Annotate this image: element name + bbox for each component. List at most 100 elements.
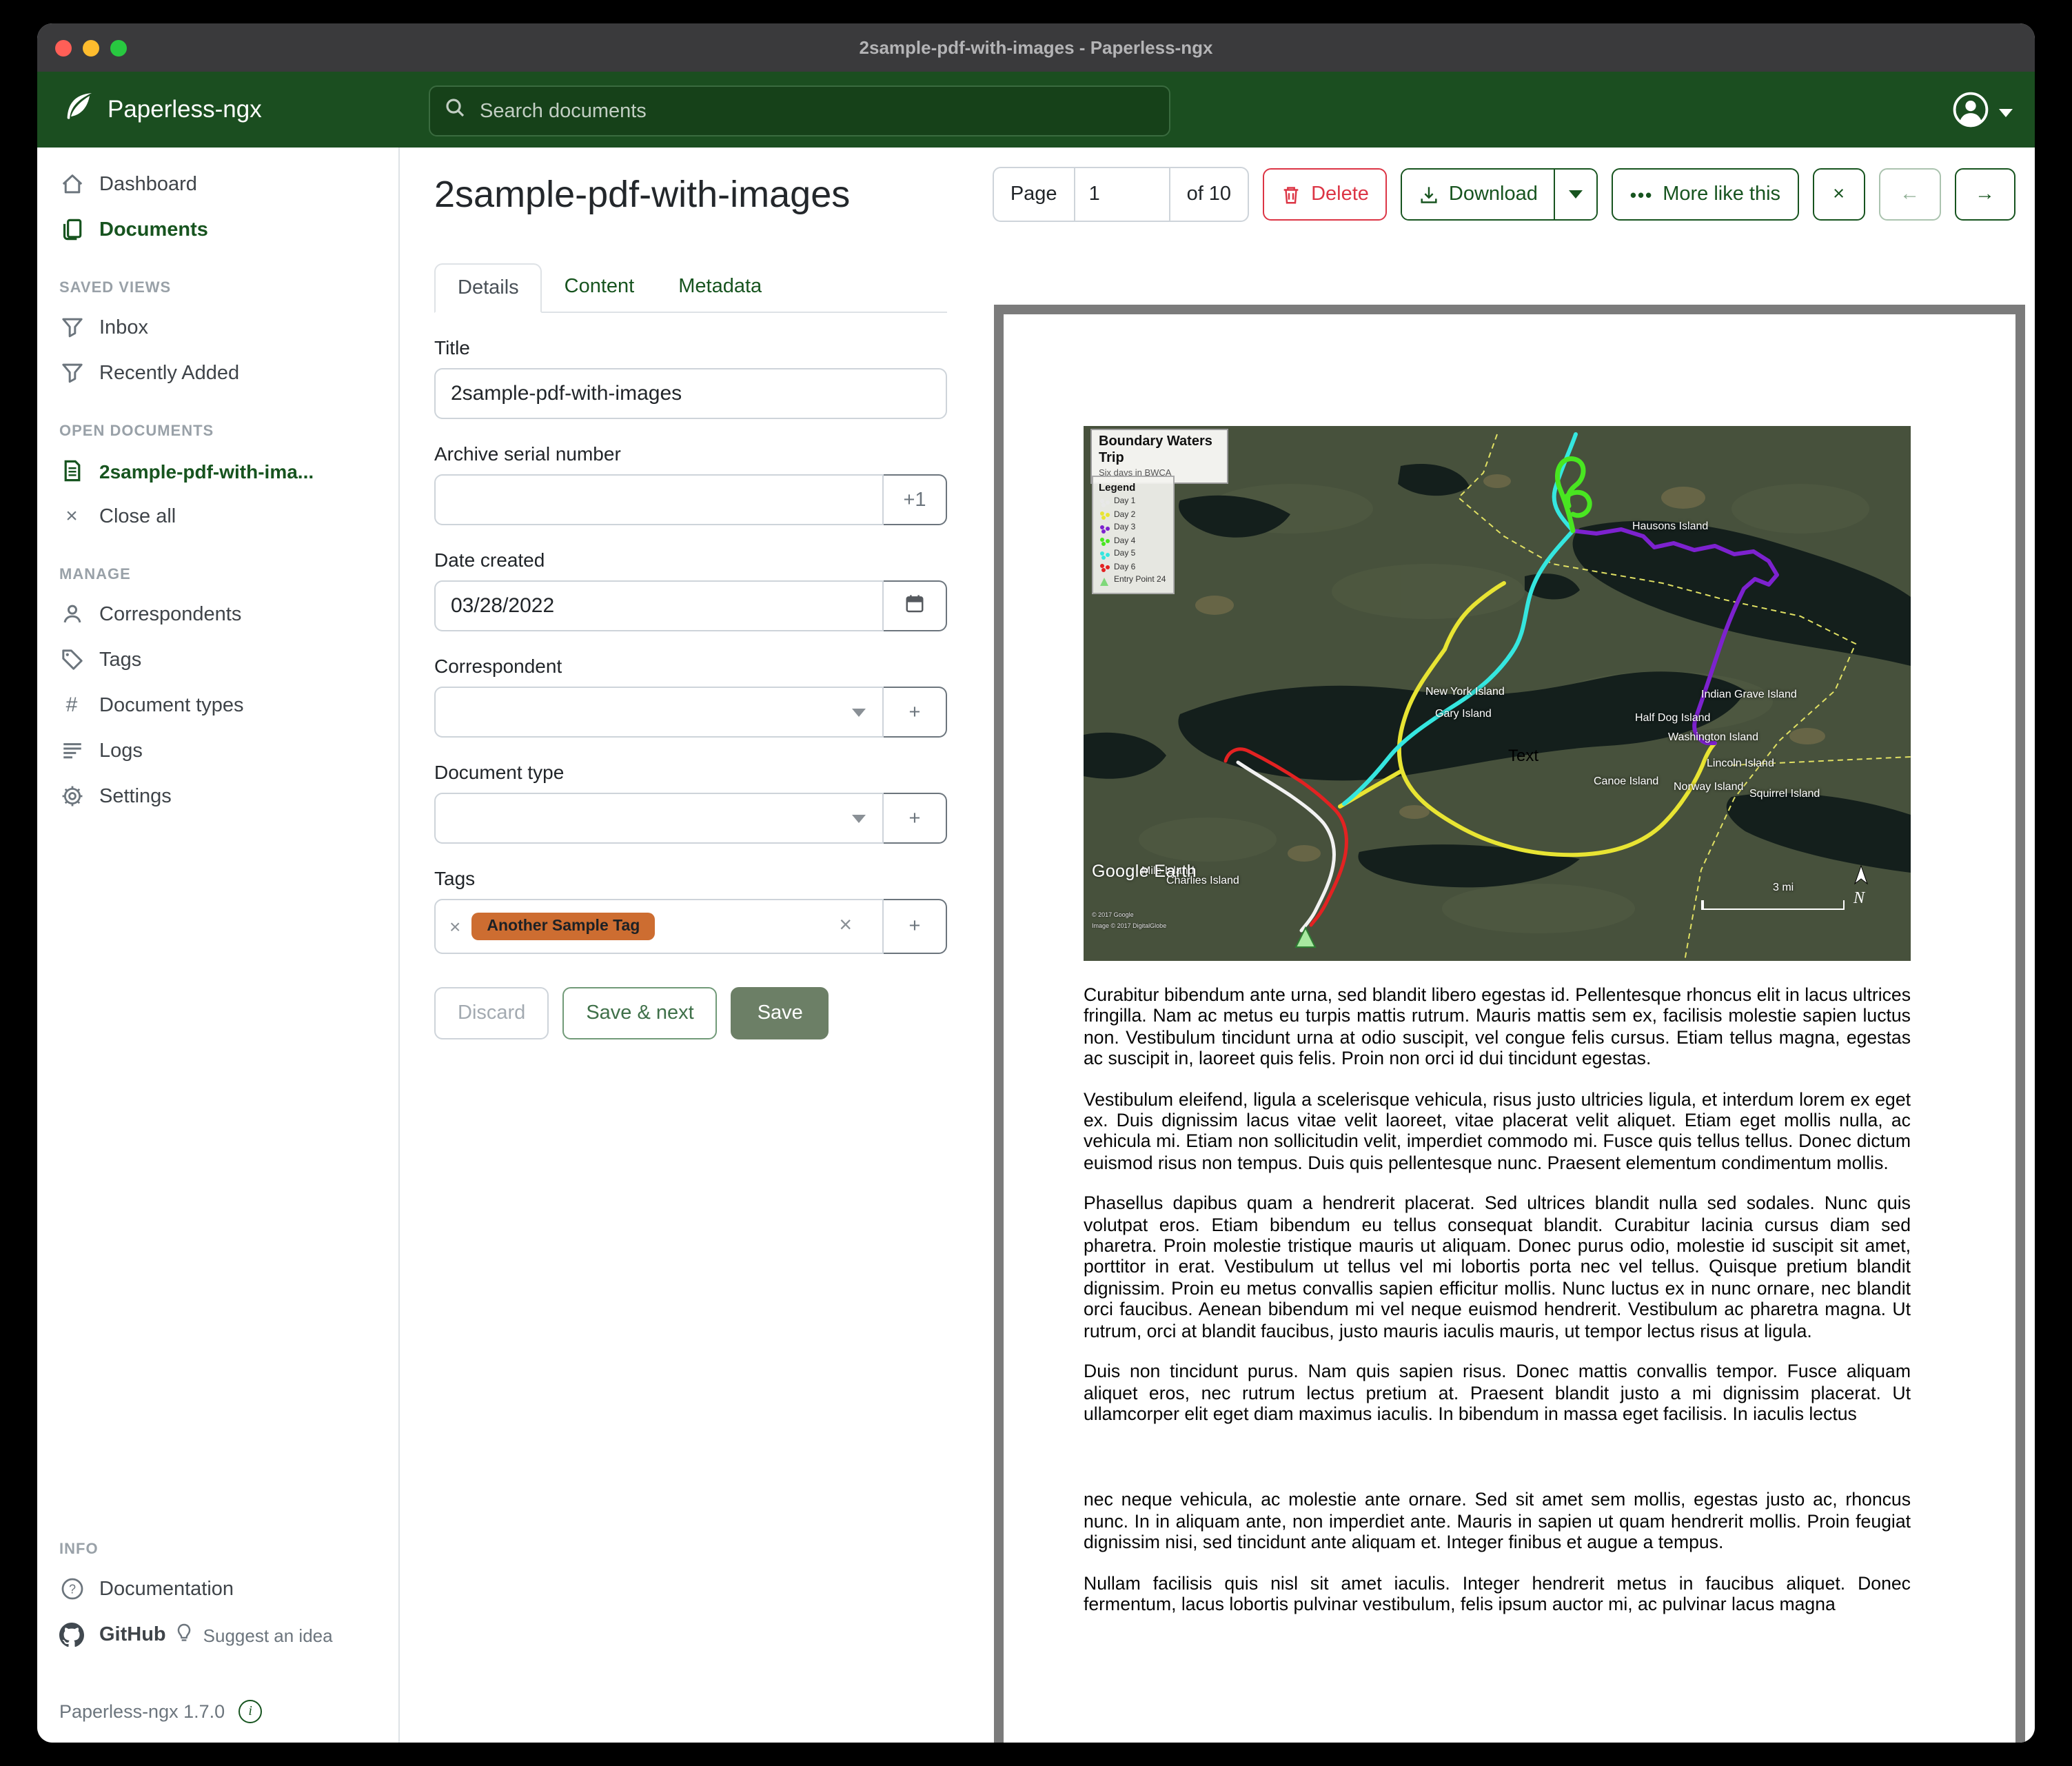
sidebar-item-documents[interactable]: Documents	[37, 207, 398, 252]
download-icon	[1419, 184, 1439, 205]
saved-views-heading: SAVED VIEWS	[59, 280, 376, 296]
sidebar-item-dashboard[interactable]: Dashboard	[37, 161, 398, 207]
question-circle-icon: ?	[59, 1577, 84, 1601]
download-options-button[interactable]	[1554, 170, 1597, 219]
sidebar-item-correspondents[interactable]: Correspondents	[37, 591, 398, 637]
paragraph: Duis non tincidunt purus. Nam quis sapie…	[1084, 1361, 1911, 1424]
sidebar-item-document-types[interactable]: # Document types	[37, 682, 398, 728]
google-earth-watermark: Google Earth	[1092, 862, 1197, 881]
more-dots-icon: •••	[1630, 184, 1653, 205]
sidebar-item-inbox[interactable]: Inbox	[37, 305, 398, 350]
asn-increment-button[interactable]: +1	[884, 474, 947, 525]
sidebar-item-recently-added[interactable]: Recently Added	[37, 350, 398, 396]
manage-heading: MANAGE	[59, 567, 376, 583]
sidebar-item-settings[interactable]: Settings	[37, 773, 398, 819]
sidebar-item-suggest-idea[interactable]: Suggest an idea	[174, 1623, 333, 1647]
delete-button[interactable]: Delete	[1263, 168, 1387, 221]
user-menu[interactable]	[1952, 91, 2013, 135]
paragraph: Curabitur bibendum ante urna, sed blandi…	[1084, 984, 1911, 1069]
sidebar-item-open-document[interactable]: 2sample-pdf-with-ima...	[37, 448, 398, 494]
stage: 2sample-pdf-with-images - Paperless-ngx …	[0, 0, 2072, 1766]
chevron-down-icon	[852, 708, 866, 716]
copyright-line: © 2017 Google	[1092, 911, 1134, 918]
legend-swatch	[1101, 556, 1106, 560]
legend-label: Day 5	[1114, 549, 1135, 562]
date-created-label: Date created	[434, 549, 947, 571]
tag-chip[interactable]: Another Sample Tag	[471, 913, 655, 940]
add-correspondent-button[interactable]: +	[884, 687, 947, 738]
svg-text:N: N	[1853, 889, 1866, 907]
asn-field-label: Archive serial number	[434, 443, 947, 465]
legend-label: Entry Point 24	[1114, 575, 1166, 588]
search-input[interactable]	[477, 99, 1155, 123]
sidebar-item-close-all[interactable]: × Close all	[37, 494, 398, 539]
remove-tag-icon[interactable]: ×	[449, 915, 460, 937]
sidebar-item-label: Suggest an idea	[203, 1625, 333, 1645]
titlebar: 2sample-pdf-with-images - Paperless-ngx	[37, 23, 2035, 72]
sidebar-item-label: Inbox	[99, 316, 148, 338]
app-header: Paperless-ngx	[37, 72, 2035, 148]
detail-tabs: Details Content Metadata	[434, 263, 947, 313]
document-title: 2sample-pdf-with-images	[434, 173, 850, 216]
sidebar-item-documentation[interactable]: ? Documentation	[37, 1566, 398, 1612]
sidebar-item-label: Documentation	[99, 1578, 234, 1600]
delete-button-label: Delete	[1311, 183, 1369, 205]
app-logo[interactable]: Paperless-ngx	[62, 90, 262, 130]
correspondent-select[interactable]	[434, 687, 884, 738]
sidebar-item-github[interactable]: GitHub	[37, 1612, 174, 1658]
sidebar-item-label: Settings	[99, 785, 172, 807]
asn-input[interactable]	[434, 474, 884, 525]
calendar-button[interactable]	[884, 580, 947, 631]
chevron-down-icon	[1570, 190, 1583, 199]
title-input[interactable]	[434, 368, 947, 419]
search-icon	[444, 97, 466, 125]
calendar-icon	[904, 593, 925, 619]
close-document-button[interactable]: ×	[1812, 168, 1865, 221]
sidebar-item-label: Recently Added	[99, 362, 239, 384]
discard-button[interactable]: Discard	[434, 987, 549, 1039]
title-field-label: Title	[434, 336, 947, 358]
home-icon	[59, 172, 84, 196]
page-navigator: Page of 10	[993, 167, 1249, 222]
sidebar-item-tags[interactable]: Tags	[37, 637, 398, 682]
tag-icon	[59, 648, 84, 671]
map-image: Boundary Waters Trip Six days in BWCA Le…	[1084, 426, 1911, 961]
tab-details[interactable]: Details	[434, 263, 542, 313]
sidebar: Dashboard Documents SAVED VIEWS Inbox Re	[37, 148, 400, 1743]
clear-tags-icon[interactable]: ×	[839, 914, 852, 939]
tab-content[interactable]: Content	[542, 263, 657, 312]
download-button-label: Download	[1449, 183, 1538, 205]
save-and-next-button[interactable]: Save & next	[562, 987, 717, 1039]
document-type-select[interactable]	[434, 793, 884, 844]
window-title: 2sample-pdf-with-images - Paperless-ngx	[37, 37, 2035, 58]
page-label: Page	[994, 168, 1074, 221]
close-icon: ×	[59, 505, 84, 528]
legend-entry-point-swatch	[1100, 578, 1108, 586]
info-icon[interactable]: i	[238, 1700, 262, 1723]
legend-label: Day 3	[1114, 522, 1135, 536]
pdf-preview-pane[interactable]: Boundary Waters Trip Six days in BWCA Le…	[994, 305, 2025, 1743]
date-created-input[interactable]	[434, 580, 884, 631]
page-number-input[interactable]	[1075, 183, 1169, 205]
legend-label: Day 4	[1114, 536, 1135, 549]
tab-metadata[interactable]: Metadata	[656, 263, 784, 312]
lightbulb-icon	[174, 1623, 195, 1647]
save-button[interactable]: Save	[731, 987, 829, 1039]
legend-label: Day 6	[1114, 562, 1135, 575]
more-like-this-button[interactable]: ••• More like this	[1612, 168, 1798, 221]
sidebar-item-logs[interactable]: Logs	[37, 728, 398, 773]
legend-swatch	[1101, 516, 1106, 520]
legend-label: Day 2	[1114, 509, 1135, 522]
next-document-button[interactable]: →	[1954, 168, 2015, 221]
tags-select[interactable]: × Another Sample Tag ×	[434, 899, 884, 954]
map-label: New York Island	[1425, 685, 1505, 698]
download-button[interactable]: Download	[1402, 170, 1554, 219]
open-documents-heading: OPEN DOCUMENTS	[59, 423, 376, 440]
add-tag-button[interactable]: +	[884, 899, 947, 954]
gear-icon	[59, 784, 84, 808]
previous-document-button[interactable]: ←	[1879, 168, 1940, 221]
legend-swatch	[1101, 529, 1106, 534]
add-document-type-button[interactable]: +	[884, 793, 947, 844]
search-bar[interactable]	[429, 85, 1170, 136]
map-label: Squirrel Island	[1749, 787, 1820, 800]
